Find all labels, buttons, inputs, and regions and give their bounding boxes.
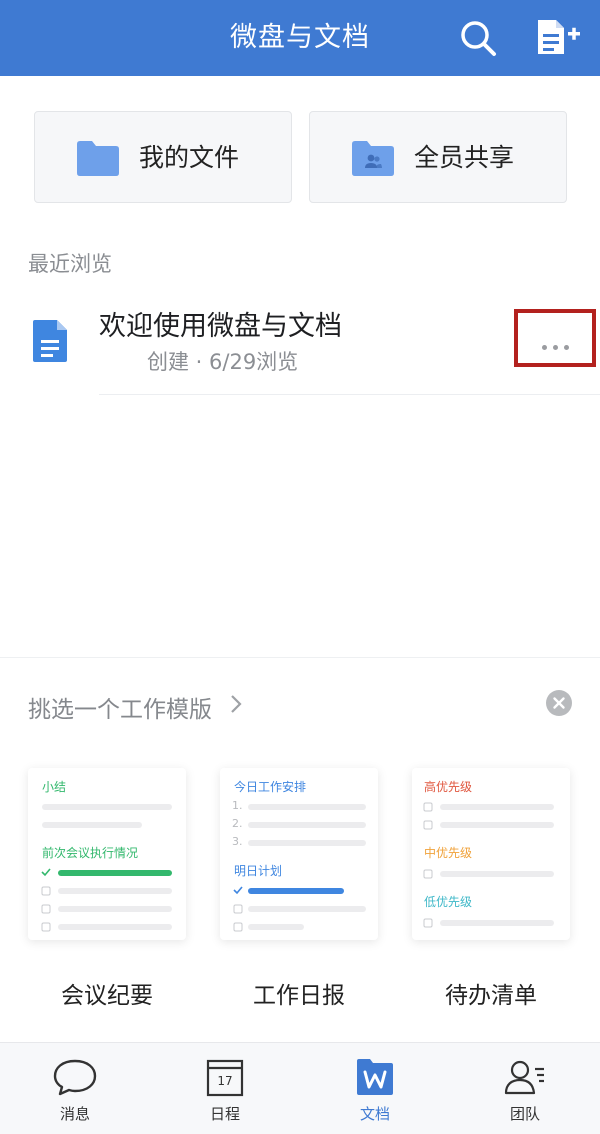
template-card-meeting[interactable]: 小结 前次会议执行情况 bbox=[28, 768, 186, 940]
shared-files-label: 全员共享 bbox=[414, 143, 515, 172]
template-card-todo[interactable]: 高优先级 中优先级 低优先级 bbox=[412, 768, 570, 940]
list-item[interactable]: 欢迎使用微盘与文档 创建 · 6/29浏览 bbox=[0, 290, 600, 396]
folder-icon bbox=[77, 141, 119, 176]
template-name[interactable]: 待办清单 bbox=[412, 976, 570, 1010]
new-document-icon bbox=[538, 20, 580, 54]
template-card-daily-report[interactable]: 今日工作安排 1. 2. 3. 明日计划 bbox=[220, 768, 378, 940]
recent-section-title: 最近浏览 bbox=[28, 252, 112, 276]
list-number: 2. bbox=[232, 817, 243, 830]
search-button[interactable] bbox=[458, 18, 498, 58]
new-document-button[interactable] bbox=[534, 16, 582, 58]
templates-heading[interactable]: 挑选一个工作模版 bbox=[28, 690, 212, 724]
tab-label: 团队 bbox=[509, 1105, 540, 1123]
shared-folder-icon bbox=[352, 141, 394, 176]
document-title: 欢迎使用微盘与文档 bbox=[99, 311, 342, 342]
priority-mid-label: 中优先级 bbox=[424, 846, 473, 860]
document-meta: 创建 · 6/29浏览 bbox=[147, 350, 299, 374]
team-icon bbox=[504, 1060, 544, 1095]
document-w-icon bbox=[357, 1059, 393, 1095]
document-icon bbox=[33, 320, 67, 362]
search-icon bbox=[461, 21, 496, 56]
shared-files-button[interactable]: 全员共享 bbox=[309, 111, 567, 203]
tab-label: 消息 bbox=[59, 1105, 90, 1123]
my-files-label: 我的文件 bbox=[139, 143, 240, 172]
app-header: 微盘与文档 bbox=[0, 0, 600, 76]
tab-calendar[interactable]: 17 日程 bbox=[150, 1043, 300, 1134]
priority-low-label: 低优先级 bbox=[424, 895, 473, 909]
calendar-day: 17 bbox=[217, 1074, 233, 1088]
template-preview-title: 小结 bbox=[42, 780, 67, 794]
chevron-right-icon[interactable] bbox=[229, 693, 243, 715]
tab-messages[interactable]: 消息 bbox=[0, 1043, 150, 1134]
bottom-tab-bar: 消息 17 日程 文档 团队 bbox=[0, 1042, 600, 1134]
template-name[interactable]: 工作日报 bbox=[220, 976, 378, 1010]
tab-label: 文档 bbox=[359, 1105, 390, 1123]
template-preview-title: 今日工作安排 bbox=[234, 780, 307, 794]
template-preview-section: 明日计划 bbox=[234, 864, 283, 878]
tab-label: 日程 bbox=[209, 1105, 240, 1123]
my-files-button[interactable]: 我的文件 bbox=[34, 111, 292, 203]
section-divider bbox=[0, 657, 600, 658]
list-number: 3. bbox=[232, 835, 243, 848]
message-icon bbox=[53, 1059, 97, 1096]
priority-high-label: 高优先级 bbox=[424, 780, 473, 794]
tab-team[interactable]: 团队 bbox=[450, 1043, 600, 1134]
more-dots-icon bbox=[518, 335, 592, 354]
template-preview-section: 前次会议执行情况 bbox=[42, 846, 139, 860]
list-number: 1. bbox=[232, 799, 243, 812]
close-templates-button[interactable] bbox=[546, 690, 572, 716]
template-name[interactable]: 会议纪要 bbox=[28, 976, 186, 1010]
page-title: 微盘与文档 bbox=[230, 22, 370, 53]
divider bbox=[99, 394, 600, 395]
more-options-button[interactable] bbox=[514, 309, 596, 367]
tab-documents[interactable]: 文档 bbox=[300, 1043, 450, 1134]
close-icon bbox=[553, 697, 565, 709]
